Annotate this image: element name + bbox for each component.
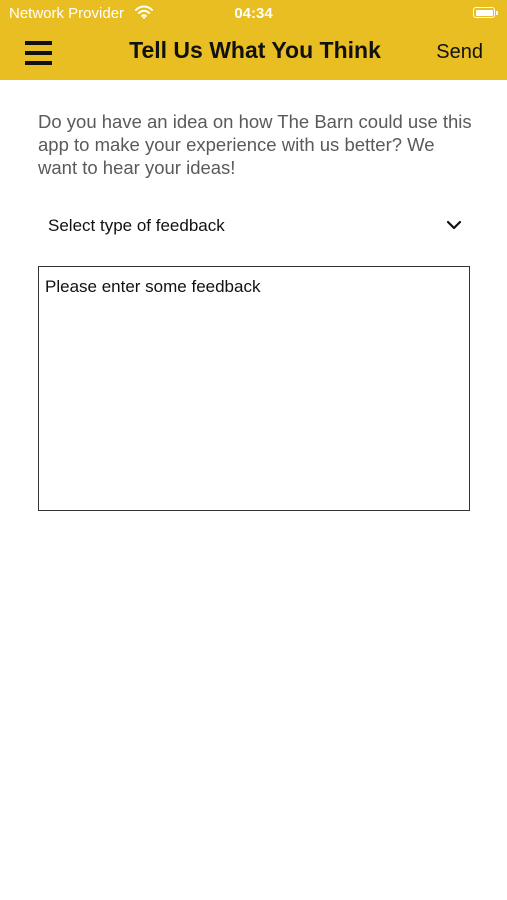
feedback-type-value: Select type of feedback — [48, 216, 225, 235]
status-bar: Network Provider 04:34 — [0, 0, 507, 28]
menu-line-bottom — [25, 61, 52, 65]
hamburger-menu-icon[interactable] — [22, 40, 56, 66]
feedback-textarea[interactable] — [38, 266, 470, 511]
feedback-type-select[interactable]: Select type of feedback — [38, 204, 470, 248]
battery-icon — [473, 7, 498, 18]
intro-text: Do you have an idea on how The Barn coul… — [38, 111, 472, 178]
battery-level — [475, 9, 493, 16]
menu-line-top — [25, 41, 52, 45]
page-title: Tell Us What You Think — [129, 37, 381, 63]
send-button[interactable]: Send — [436, 41, 483, 64]
top-bar: Network Provider 04:34 Tell Us What You … — [0, 0, 507, 80]
navigation-bar: Tell Us What You Think Send — [0, 28, 507, 80]
status-time: 04:34 — [234, 5, 273, 22]
chevron-down-icon — [446, 220, 462, 230]
menu-line-middle — [25, 51, 52, 55]
